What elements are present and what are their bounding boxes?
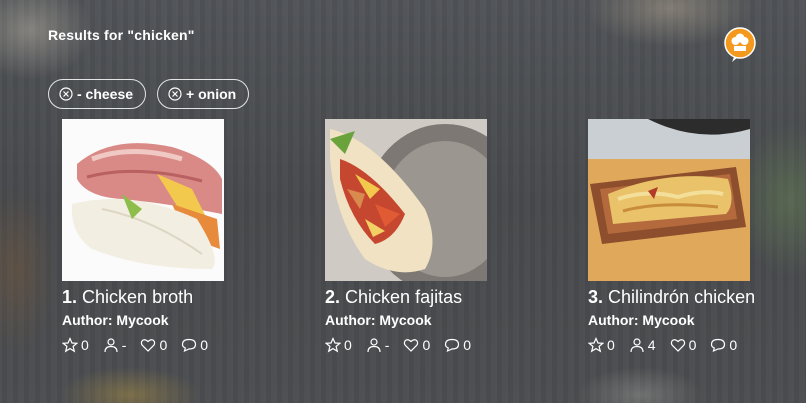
recipe-author: Author: Mycook	[325, 312, 432, 328]
comments-stat: 0	[710, 337, 737, 353]
recipe-image[interactable]	[62, 119, 224, 281]
comments-stat: 0	[181, 337, 208, 353]
filter-chip-cheese[interactable]: - cheese	[48, 79, 147, 109]
chef-hat-icon[interactable]	[724, 27, 756, 63]
likes-stat: 0	[670, 337, 696, 353]
rating-stat: 0	[62, 337, 89, 353]
filter-chips: - cheese + onion	[48, 79, 250, 109]
rating-stat: 0	[325, 337, 352, 353]
person-icon	[367, 338, 381, 353]
recipe-title[interactable]: 1. Chicken broth	[62, 287, 262, 308]
person-icon	[630, 338, 644, 353]
close-circle-icon[interactable]	[59, 87, 73, 101]
heart-icon	[670, 339, 685, 352]
recipe-author: Author: Mycook	[588, 312, 695, 328]
star-icon	[588, 337, 604, 353]
servings-stat: -	[103, 337, 126, 353]
servings-stat: 4	[629, 337, 656, 353]
recipe-stats: 0 4 0 0	[588, 337, 788, 353]
recipe-card-1[interactable]: 1. Chicken broth Author: Mycook 0 - 0 0	[62, 119, 262, 353]
person-icon	[104, 338, 118, 353]
filter-chip-label: + onion	[186, 86, 237, 102]
comments-stat: 0	[444, 337, 471, 353]
comment-icon	[711, 338, 726, 353]
recipe-author: Author: Mycook	[62, 312, 169, 328]
rating-stat: 0	[588, 337, 615, 353]
heart-icon	[141, 339, 156, 352]
comment-icon	[445, 338, 460, 353]
recipe-image[interactable]	[325, 119, 487, 281]
star-icon	[325, 337, 341, 353]
recipe-title[interactable]: 2. Chicken fajitas	[325, 287, 525, 308]
comment-icon	[182, 338, 197, 353]
likes-stat: 0	[403, 337, 430, 353]
results-heading: Results for "chicken"	[48, 27, 195, 43]
filter-chip-onion[interactable]: + onion	[157, 79, 250, 109]
close-circle-icon[interactable]	[168, 87, 182, 101]
star-icon	[62, 337, 78, 353]
recipe-stats: 0 - 0 0	[325, 337, 525, 353]
recipe-image[interactable]	[588, 119, 750, 281]
recipe-title[interactable]: 3. Chilindrón chicken	[588, 287, 788, 308]
servings-stat: -	[366, 337, 389, 353]
recipe-stats: 0 - 0 0	[62, 337, 262, 353]
heart-icon	[404, 339, 419, 352]
likes-stat: 0	[140, 337, 167, 353]
recipe-card-3[interactable]: 3. Chilindrón chicken Author: Mycook 0 4…	[588, 119, 788, 353]
recipe-card-2[interactable]: 2. Chicken fajitas Author: Mycook 0 - 0 …	[325, 119, 525, 353]
filter-chip-label: - cheese	[77, 86, 134, 102]
